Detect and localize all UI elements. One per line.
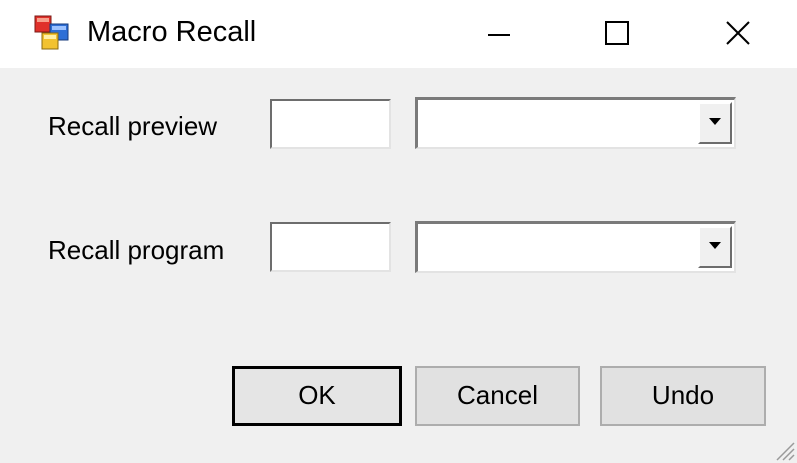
close-icon — [726, 21, 750, 45]
cancel-button[interactable]: Cancel — [415, 366, 580, 426]
resize-grip-icon[interactable] — [773, 439, 795, 461]
dropdown-arrow-icon — [709, 118, 721, 125]
maximize-icon — [605, 21, 629, 45]
window-title: Macro Recall — [87, 16, 257, 48]
app-window-icon — [34, 15, 70, 51]
recall-preview-dropdown[interactable] — [415, 97, 736, 149]
recall-preview-number-field[interactable] — [270, 99, 391, 149]
ok-button[interactable]: OK — [232, 366, 402, 426]
minimize-icon — [488, 34, 510, 36]
dropdown-arrow-icon — [709, 242, 721, 249]
recall-program-label: Recall program — [48, 235, 225, 265]
recall-preview-dropdown-button[interactable] — [698, 102, 732, 144]
title-bar[interactable]: Macro Recall — [0, 0, 797, 68]
close-button[interactable] — [690, 0, 782, 68]
undo-button[interactable]: Undo — [600, 366, 766, 426]
maximize-button[interactable] — [570, 0, 662, 68]
recall-program-dropdown[interactable] — [415, 221, 736, 273]
recall-preview-label: Recall preview — [48, 111, 218, 141]
minimize-button[interactable] — [453, 0, 545, 68]
recall-program-number-field[interactable] — [270, 222, 391, 272]
recall-program-dropdown-button[interactable] — [698, 226, 732, 268]
macro-recall-dialog: Macro Recall Recall preview Recall progr… — [0, 0, 797, 463]
